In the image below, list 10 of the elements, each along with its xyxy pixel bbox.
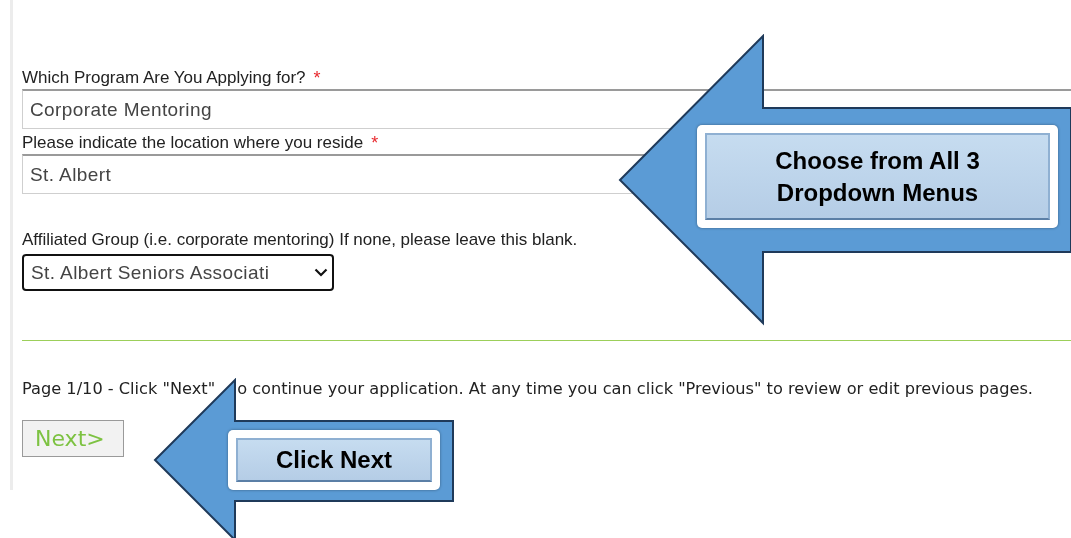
instruction-text: Page 1/10 - Click "Next" [22,379,216,398]
required-mark: * [313,67,321,89]
instruction-text: o continue your application. At any time you can click "Previous" to review or edit previous pages. [237,379,1033,398]
field-label: Affiliated Group (i.e. corporate mentoring) If none, please leave this blank. [22,229,578,251]
select-field[interactable]: St. Albert Seniors Associati [22,254,334,291]
field-label: Please indicate the location where you reside [22,132,364,154]
required-mark: * [371,132,379,154]
callout-label: Click Next [228,430,440,490]
field-label: Which Program Are You Applying for? [22,67,306,89]
callout-label: Choose from All 3 Dropdown Menus [697,125,1058,228]
